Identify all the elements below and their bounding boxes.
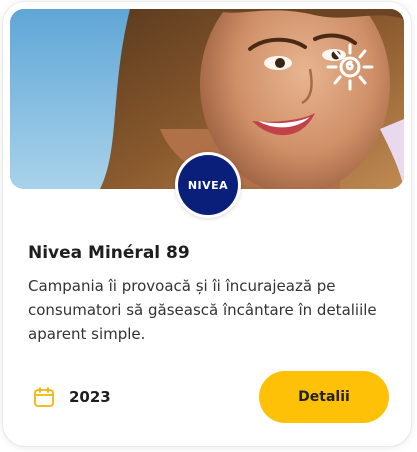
campaign-description: Campania îi provoacă și îi încurajează p… bbox=[28, 277, 377, 343]
calendar-icon bbox=[33, 386, 55, 408]
campaign-card: NIVEA Nivea Minéral 89 Campania îi provo… bbox=[3, 2, 411, 446]
details-button[interactable]: Detalii bbox=[259, 371, 389, 423]
campaign-title: Nivea Minéral 89 bbox=[28, 243, 190, 263]
brand-logo: NIVEA bbox=[175, 152, 241, 218]
brand-logo-text: NIVEA bbox=[178, 155, 238, 215]
campaign-year: 2023 bbox=[33, 386, 111, 408]
year-value: 2023 bbox=[69, 388, 111, 406]
